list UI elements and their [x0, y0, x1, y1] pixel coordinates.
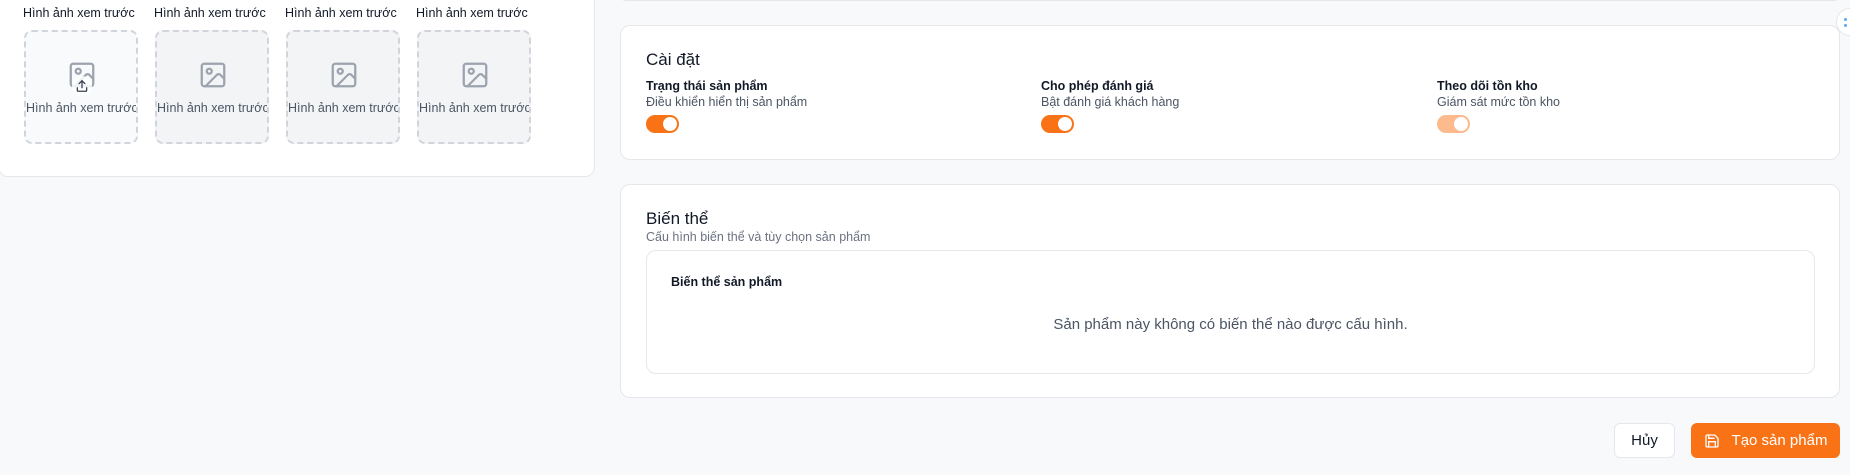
toggle-knob	[663, 117, 677, 131]
setting-description: Bật đánh giá khách hàng	[1041, 95, 1180, 109]
handle-dot	[1844, 24, 1847, 27]
variants-empty-message: Sản phẩm này không có biến thể nào được …	[1053, 316, 1408, 333]
image-dropzone[interactable]: Hình ảnh xem trước	[286, 30, 400, 144]
toggle-knob	[1454, 117, 1468, 131]
cancel-button-label: Hủy	[1631, 432, 1658, 449]
image-placeholder-icon	[331, 62, 357, 88]
image-dropzone[interactable]: Hình ảnh xem trước	[24, 30, 138, 144]
setting-description: Điều khiển hiển thị sản phẩm	[646, 95, 808, 109]
settings-card: Cài đặt Trạng thái sản phẩm Điều khiển h…	[620, 25, 1840, 160]
image-alt-text: Hình ảnh xem trước	[419, 101, 531, 115]
allow-reviews-toggle[interactable]	[1041, 115, 1074, 133]
setting-title: Cho phép đánh giá	[1041, 79, 1154, 93]
settings-title: Cài đặt	[646, 50, 700, 69]
image-alt-text: Hình ảnh xem trước	[26, 101, 138, 115]
image-caption: Hình ảnh xem trước	[23, 6, 135, 20]
image-caption: Hình ảnh xem trước	[416, 6, 528, 20]
variants-title: Biến thể	[646, 209, 709, 228]
image-preview-card: Hình ảnh xem trước Hình ảnh xem trước Hì…	[0, 0, 595, 177]
image-placeholder-icon	[462, 62, 488, 88]
image-alt-text: Hình ảnh xem trước	[157, 101, 269, 115]
setting-product-status: Trạng thái sản phẩm Điều khiển hiển thị …	[646, 78, 808, 133]
setting-title: Trạng thái sản phẩm	[646, 79, 768, 93]
image-caption: Hình ảnh xem trước	[154, 6, 266, 20]
create-product-button[interactable]: Tạo sản phẩm	[1691, 423, 1840, 458]
variants-card: Biến thể Cấu hình biến thể và tùy chọn s…	[620, 184, 1840, 398]
image-dropzone[interactable]: Hình ảnh xem trước	[155, 30, 269, 144]
upload-icon[interactable]	[72, 76, 92, 96]
handle-dot	[1844, 18, 1847, 21]
create-product-label: Tạo sản phẩm	[1731, 432, 1828, 449]
product-variants-title: Biến thể sản phẩm	[671, 275, 783, 289]
variants-subtitle: Cấu hình biến thể và tùy chọn sản phẩm	[646, 230, 871, 244]
image-alt-text: Hình ảnh xem trước	[288, 101, 400, 115]
product-status-toggle[interactable]	[646, 115, 679, 133]
image-slot-4: Hình ảnh xem trước Hình ảnh xem trước	[416, 5, 536, 144]
setting-track-inventory: Theo dõi tồn kho Giám sát mức tồn kho	[1437, 78, 1560, 133]
cancel-button[interactable]: Hủy	[1614, 423, 1675, 458]
image-slot-1: Hình ảnh xem trước Hình ảnh xem trước	[23, 5, 143, 144]
setting-description: Giám sát mức tồn kho	[1437, 95, 1560, 109]
previous-card-edge	[620, 0, 1840, 1]
image-dropzone[interactable]: Hình ảnh xem trước	[417, 30, 531, 144]
setting-title: Theo dõi tồn kho	[1437, 79, 1538, 93]
toggle-knob	[1058, 117, 1072, 131]
image-slot-2: Hình ảnh xem trước Hình ảnh xem trước	[154, 5, 274, 144]
track-inventory-toggle[interactable]	[1437, 115, 1470, 133]
image-slot-3: Hình ảnh xem trước Hình ảnh xem trước	[285, 5, 405, 144]
save-icon	[1704, 433, 1719, 448]
product-variants-section: Biến thể sản phẩm Sản phẩm này không có …	[646, 250, 1815, 374]
image-caption: Hình ảnh xem trước	[285, 6, 397, 20]
setting-allow-reviews: Cho phép đánh giá Bật đánh giá khách hàn…	[1041, 78, 1180, 133]
image-placeholder-icon	[200, 62, 226, 88]
